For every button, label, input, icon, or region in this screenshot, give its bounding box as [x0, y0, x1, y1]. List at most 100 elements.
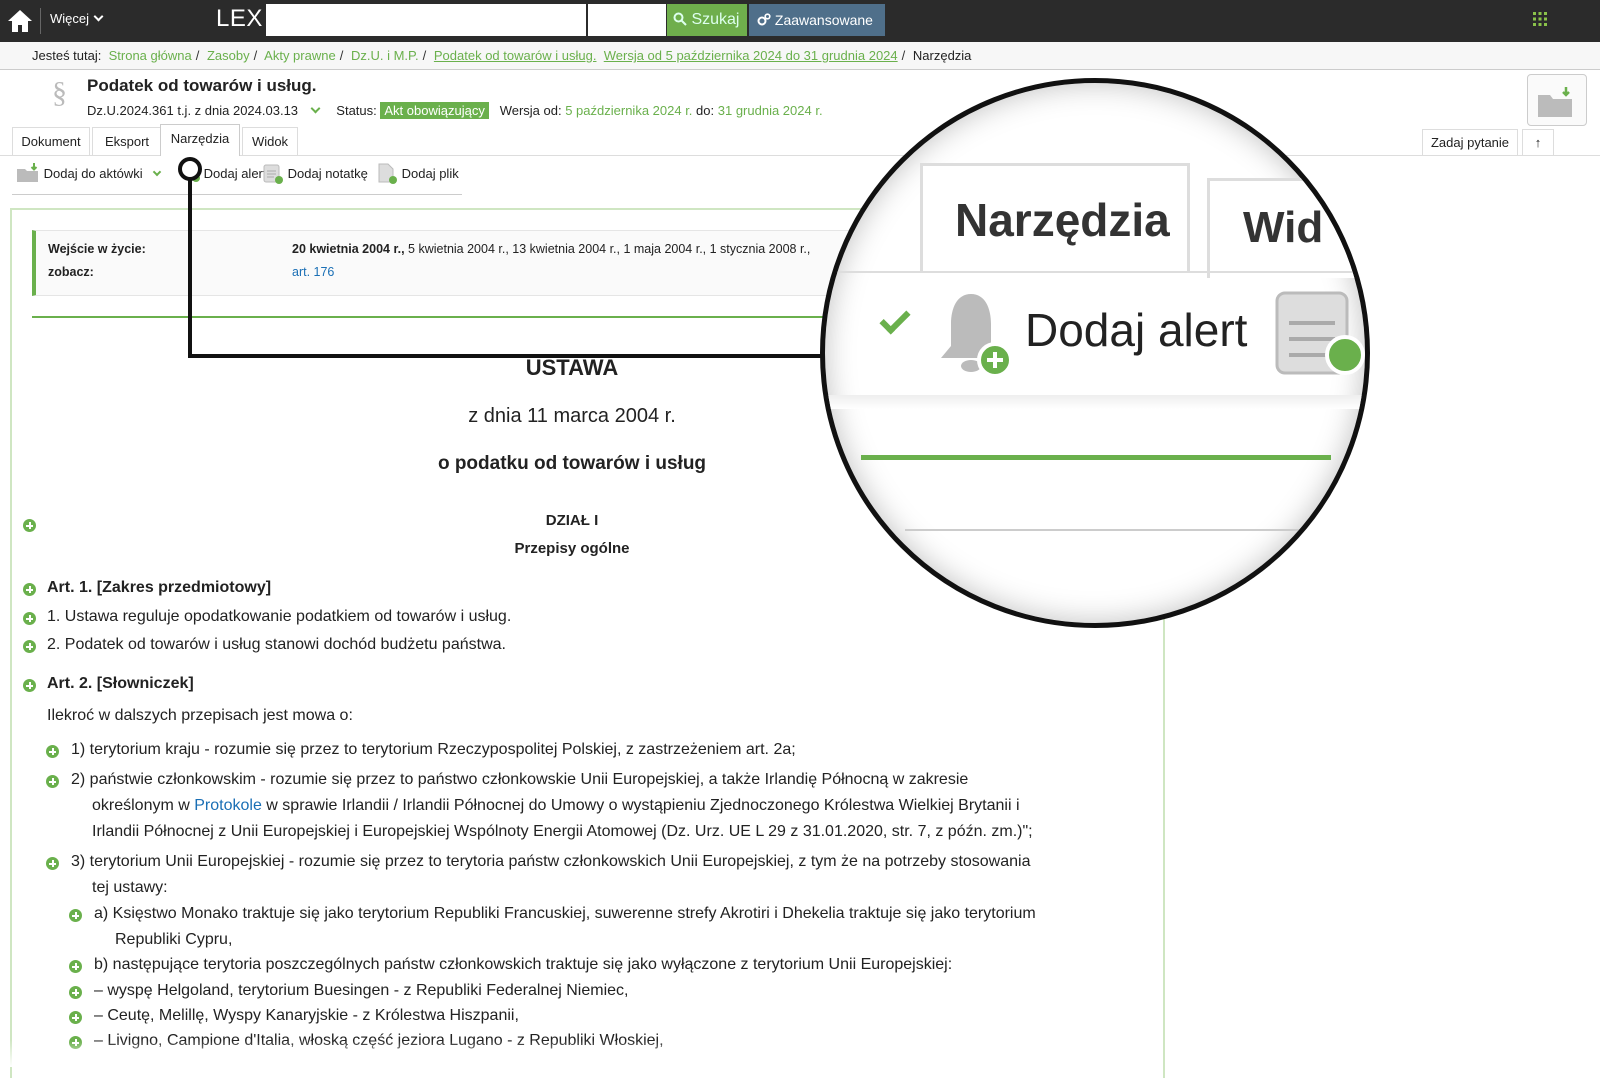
expand-icon[interactable]: [69, 1011, 82, 1024]
see-link[interactable]: art. 176: [292, 265, 334, 279]
expand-icon[interactable]: [46, 857, 59, 870]
add-to-briefcase-button[interactable]: Dodaj do aktówki: [16, 162, 162, 186]
page-title: Podatek od towarów i usług.: [87, 76, 317, 95]
tab-narzedzia[interactable]: Narzędzia: [160, 124, 240, 156]
expand-icon[interactable]: [23, 583, 36, 596]
divider: [12, 194, 462, 195]
advanced-search-button[interactable]: Zaawansowane: [749, 4, 885, 36]
advanced-search-label: Zaawansowane: [774, 12, 873, 28]
more-label: Więcej: [50, 11, 90, 26]
search-button[interactable]: Szukaj: [667, 4, 747, 36]
breadcrumb-item[interactable]: Podatek od towarów i usług.: [434, 48, 597, 63]
to-label: do:: [696, 103, 715, 118]
article-heading: Art. 1. [Zakres przedmiotowy]: [47, 579, 272, 596]
divider: [825, 271, 1365, 273]
chevron-down-icon[interactable]: [310, 103, 321, 114]
list-item-continuation: tej ustawy:: [92, 879, 168, 896]
home-icon[interactable]: [6, 7, 34, 35]
article-paragraph: 2. Podatek od towarów i usług stanowi do…: [47, 636, 506, 653]
add-file-label: Dodaj plik: [401, 166, 459, 181]
search-input[interactable]: [266, 4, 586, 36]
divider: [1163, 600, 1165, 1067]
expand-icon[interactable]: [46, 775, 59, 788]
divider: [40, 8, 41, 34]
chevron-down-icon: [153, 167, 162, 177]
expand-icon[interactable]: [23, 612, 36, 625]
breadcrumb-item[interactable]: Dz.U. i M.P.: [351, 48, 419, 63]
tab-dokument[interactable]: Dokument: [12, 127, 90, 155]
expand-icon[interactable]: [69, 909, 82, 922]
magnifier: Narzędzia Wid Dodaj alert: [820, 78, 1370, 628]
callout-line: [188, 354, 828, 358]
folder-add-icon: [17, 163, 38, 182]
entry-date-main: 20 kwietnia 2004 r.,: [292, 242, 405, 256]
breadcrumb-item[interactable]: Akty prawne: [264, 48, 336, 63]
entry-label: Wejście w życie:: [48, 242, 146, 256]
grid-icon[interactable]: [1533, 12, 1547, 26]
breadcrumb-item[interactable]: Zasoby: [207, 48, 250, 63]
note-icon: [1275, 291, 1365, 375]
entry-dates-rest: 5 kwietnia 2004 r., 13 kwietnia 2004 r.,…: [404, 242, 811, 256]
more-menu[interactable]: Więcej: [50, 11, 104, 26]
breadcrumb-item[interactable]: Strona główna: [109, 48, 192, 63]
gears-icon: [757, 13, 771, 26]
magnified-action-label: Dodaj alert: [1025, 304, 1248, 356]
expand-icon[interactable]: [23, 640, 36, 653]
file-icon: [378, 163, 397, 184]
magnified-tab-label: Narzędzia: [955, 194, 1170, 246]
breadcrumb-current: Narzędzia: [912, 48, 972, 63]
tab-eksport[interactable]: Eksport: [92, 127, 162, 155]
callout-line: [188, 170, 192, 358]
chevron-down-icon: [879, 303, 911, 335]
tab-widok[interactable]: Widok: [242, 127, 298, 155]
list-item: 2) państwie członkowskim - rozumie się p…: [71, 771, 969, 788]
list-item: 3) terytorium Unii Europejskiej - rozumi…: [71, 853, 1031, 870]
add-file-button[interactable]: Dodaj plik: [376, 162, 459, 186]
document-reference: Dz.U.2024.361 t.j. z dnia 2024.03.13: [87, 103, 299, 118]
document-meta: Dz.U.2024.361 t.j. z dnia 2024.03.13 Sta…: [87, 102, 823, 119]
search-button-label: Szukaj: [691, 11, 740, 28]
top-bar: Więcej LEX Szukaj Zaawansowane: [0, 0, 1600, 42]
chevron-down-icon: [93, 11, 104, 22]
paragraph-sign-icon: §: [52, 76, 67, 109]
magnified-tab-label: Wid: [1243, 203, 1324, 252]
article-heading: Art. 2. [Słowniczek]: [47, 675, 194, 692]
folder-download-button[interactable]: [1527, 74, 1587, 126]
divider: [861, 455, 1331, 460]
version-to-link[interactable]: 31 grudnia 2024 r.: [718, 103, 823, 118]
list-item-continuation: Republiki Cypru,: [115, 931, 233, 948]
info-box: Wejście w życie: 20 kwietnia 2004 r., 5 …: [32, 230, 872, 296]
status-badge: Akt obowiązujący: [380, 102, 489, 119]
search-icon: [673, 12, 687, 26]
brand-logo[interactable]: LEX: [216, 5, 263, 33]
expand-icon[interactable]: [69, 960, 82, 973]
expand-icon[interactable]: [69, 986, 82, 999]
divider: [905, 529, 1345, 531]
add-note-button[interactable]: Dodaj notatkę: [262, 162, 368, 186]
article-intro: Ilekroć w dalszych przepisach jest mowa …: [47, 707, 353, 724]
scroll-up-button[interactable]: ↑: [1522, 129, 1554, 155]
bell-icon: [941, 294, 1013, 378]
breadcrumb: Jesteś tutaj: Strona główna / Zasoby / Akt…: [0, 42, 1600, 70]
expand-icon[interactable]: [46, 745, 59, 758]
add-note-label: Dodaj notatkę: [287, 166, 368, 181]
note-icon: [263, 164, 283, 184]
arrow-up-icon: ↑: [1534, 135, 1542, 150]
search-scope-field[interactable]: [588, 4, 666, 36]
version-label: Wersja od:: [499, 103, 562, 118]
divider: [32, 316, 832, 318]
breadcrumb-item[interactable]: Wersja od 5 października 2024 do 31 grud…: [604, 48, 898, 63]
ask-question-button[interactable]: Zadaj pytanie: [1422, 129, 1518, 155]
entry-dates: 20 kwietnia 2004 r., 5 kwietnia 2004 r.,…: [292, 242, 810, 256]
list-item: – Ceutę, Melillę, Wyspy Kanaryjskie - z …: [94, 1007, 519, 1024]
version-from-link[interactable]: 5 października 2024 r.: [565, 103, 692, 118]
magnified-toolbar-edge: [825, 395, 1365, 409]
list-item: b) następujące terytoria poszczególnych …: [94, 956, 953, 973]
add-to-briefcase-label: Dodaj do aktówki: [43, 166, 143, 181]
callout-marker: [178, 157, 202, 181]
list-item: 1) terytorium kraju - rozumie się przez …: [71, 741, 796, 758]
magnifier-content: Narzędzia Wid Dodaj alert: [825, 83, 1365, 623]
see-label: zobacz:: [48, 265, 94, 279]
expand-icon[interactable]: [23, 679, 36, 692]
protocol-link[interactable]: Protokole: [194, 797, 262, 814]
